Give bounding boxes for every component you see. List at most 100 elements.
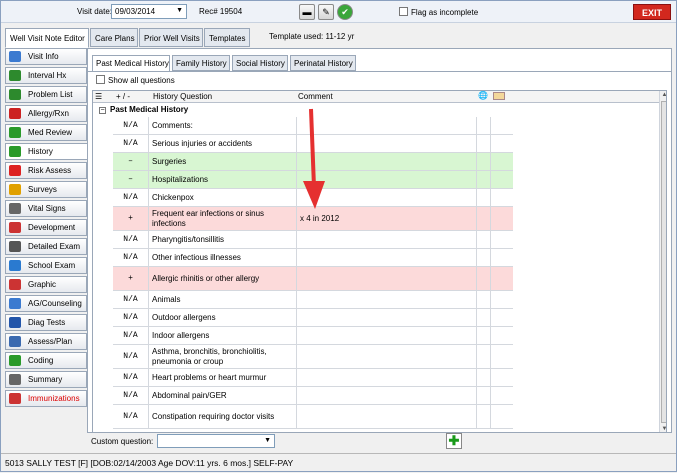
row-comment[interactable] xyxy=(297,405,477,428)
row-extra-cell[interactable] xyxy=(477,207,491,230)
sidebar-item-history[interactable]: History xyxy=(5,143,87,160)
row-comment[interactable] xyxy=(297,267,477,290)
sidebar-item-vital-signs[interactable]: Vital Signs xyxy=(5,200,87,217)
row-comment[interactable] xyxy=(297,249,477,266)
sidebar-item-visit-info[interactable]: Visit Info xyxy=(5,48,87,65)
row-extra-cell[interactable] xyxy=(477,369,491,386)
row-extra-cell[interactable] xyxy=(477,231,491,248)
collapse-icon[interactable]: − xyxy=(99,107,106,114)
row-extra-cell[interactable] xyxy=(477,171,491,188)
history-row[interactable]: N/A Indoor allergens xyxy=(113,327,513,345)
row-note-cell[interactable] xyxy=(491,267,509,290)
sidebar-item-development[interactable]: Development xyxy=(5,219,87,236)
minimize-note-button[interactable]: ▬ xyxy=(299,4,315,20)
row-plus-minus[interactable]: N/A xyxy=(113,249,149,266)
row-plus-minus[interactable]: N/A xyxy=(113,231,149,248)
row-comment[interactable] xyxy=(297,135,477,152)
row-extra-cell[interactable] xyxy=(477,345,491,368)
history-row[interactable]: – Hospitalizations xyxy=(113,171,513,189)
row-comment[interactable] xyxy=(297,231,477,248)
globe-icon[interactable]: 🌐 xyxy=(478,91,488,100)
tab-care-plans[interactable]: Care Plans xyxy=(90,28,138,47)
row-plus-minus[interactable]: N/A xyxy=(113,327,149,344)
row-note-cell[interactable] xyxy=(491,231,509,248)
row-comment[interactable] xyxy=(297,117,477,134)
scroll-up-icon[interactable]: ▲ xyxy=(660,91,666,100)
tab-family-history[interactable]: Family History xyxy=(172,55,230,71)
history-row[interactable]: N/A Heart problems or heart murmur xyxy=(113,369,513,387)
row-comment[interactable] xyxy=(297,171,477,188)
row-note-cell[interactable] xyxy=(491,387,509,404)
row-plus-minus[interactable]: N/A xyxy=(113,387,149,404)
sidebar-item-surveys[interactable]: Surveys xyxy=(5,181,87,198)
history-row[interactable]: N/A Asthma, bronchitis, bronchiolitis, pn… xyxy=(113,345,513,369)
row-note-cell[interactable] xyxy=(491,405,509,428)
tab-templates[interactable]: Templates xyxy=(204,28,250,47)
row-plus-minus[interactable]: N/A xyxy=(113,405,149,428)
sidebar-item-problem-list[interactable]: Problem List xyxy=(5,86,87,103)
row-note-cell[interactable] xyxy=(491,171,509,188)
visit-date-select[interactable]: 09/03/2014 ▼ xyxy=(111,4,187,19)
row-plus-minus[interactable]: N/A xyxy=(113,189,149,206)
tab-prior-well-visits[interactable]: Prior Well Visits xyxy=(139,28,203,47)
scroll-thumb[interactable] xyxy=(661,101,666,423)
row-plus-minus[interactable]: N/A xyxy=(113,135,149,152)
section-past-medical-history[interactable]: − Past Medical History xyxy=(93,103,510,117)
row-comment[interactable] xyxy=(297,369,477,386)
row-extra-cell[interactable] xyxy=(477,135,491,152)
row-comment[interactable]: x 4 in 2012 xyxy=(297,207,477,230)
row-extra-cell[interactable] xyxy=(477,117,491,134)
sidebar-item-risk-assess[interactable]: Risk Assess xyxy=(5,162,87,179)
history-row[interactable]: N/A Outdoor allergens xyxy=(113,309,513,327)
row-extra-cell[interactable] xyxy=(477,189,491,206)
sidebar-item-coding[interactable]: Coding xyxy=(5,352,87,369)
row-note-cell[interactable] xyxy=(491,309,509,326)
row-note-cell[interactable] xyxy=(491,327,509,344)
row-extra-cell[interactable] xyxy=(477,405,491,428)
sidebar-item-med-review[interactable]: Med Review xyxy=(5,124,87,141)
tab-well-visit-note-editor[interactable]: Well Visit Note Editor xyxy=(5,28,89,48)
add-custom-question-button[interactable]: ✚ xyxy=(446,433,462,449)
row-extra-cell[interactable] xyxy=(477,153,491,170)
row-extra-cell[interactable] xyxy=(477,291,491,308)
row-extra-cell[interactable] xyxy=(477,309,491,326)
row-extra-cell[interactable] xyxy=(477,387,491,404)
row-comment[interactable] xyxy=(297,153,477,170)
row-note-cell[interactable] xyxy=(491,207,509,230)
sidebar-item-assess-plan[interactable]: Assess/Plan xyxy=(5,333,87,350)
sidebar-item-summary[interactable]: Summary xyxy=(5,371,87,388)
row-plus-minus[interactable]: + xyxy=(113,207,149,230)
sidebar-item-allergy-rxn[interactable]: Allergy/Rxn xyxy=(5,105,87,122)
row-note-cell[interactable] xyxy=(491,135,509,152)
row-comment[interactable] xyxy=(297,327,477,344)
sidebar-item-immunizations[interactable]: Immunizations xyxy=(5,390,87,407)
sidebar-item-detailed-exam[interactable]: Detailed Exam xyxy=(5,238,87,255)
row-extra-cell[interactable] xyxy=(477,327,491,344)
row-extra-cell[interactable] xyxy=(477,267,491,290)
row-plus-minus[interactable]: – xyxy=(113,153,149,170)
history-row[interactable]: N/A Other infectious illnesses xyxy=(113,249,513,267)
row-comment[interactable] xyxy=(297,309,477,326)
row-plus-minus[interactable]: N/A xyxy=(113,345,149,368)
row-note-cell[interactable] xyxy=(491,291,509,308)
history-row[interactable]: N/A Abdominal pain/GER xyxy=(113,387,513,405)
approve-note-button[interactable]: ✔ xyxy=(337,4,353,20)
edit-note-button[interactable]: ✎ xyxy=(318,4,334,20)
row-comment[interactable] xyxy=(297,387,477,404)
history-row[interactable]: N/A Constipation requiring doctor visits xyxy=(113,405,513,429)
row-plus-minus[interactable]: – xyxy=(113,171,149,188)
row-note-cell[interactable] xyxy=(491,369,509,386)
row-plus-minus[interactable]: N/A xyxy=(113,309,149,326)
history-row[interactable]: + Allergic rhinitis or other allergy xyxy=(113,267,513,291)
sidebar-item-graphic[interactable]: Graphic xyxy=(5,276,87,293)
tab-perinatal-history[interactable]: Perinatal History xyxy=(290,55,356,71)
row-comment[interactable] xyxy=(297,189,477,206)
sidebar-item-ag-counseling[interactable]: AG/Counseling xyxy=(5,295,87,312)
row-plus-minus[interactable]: N/A xyxy=(113,291,149,308)
row-plus-minus[interactable]: + xyxy=(113,267,149,290)
history-row[interactable]: N/A Chickenpox xyxy=(113,189,513,207)
note-icon[interactable] xyxy=(493,92,505,100)
history-row[interactable]: – Surgeries xyxy=(113,153,513,171)
sidebar-item-diag-tests[interactable]: Diag Tests xyxy=(5,314,87,331)
tab-social-history[interactable]: Social History xyxy=(232,55,288,71)
